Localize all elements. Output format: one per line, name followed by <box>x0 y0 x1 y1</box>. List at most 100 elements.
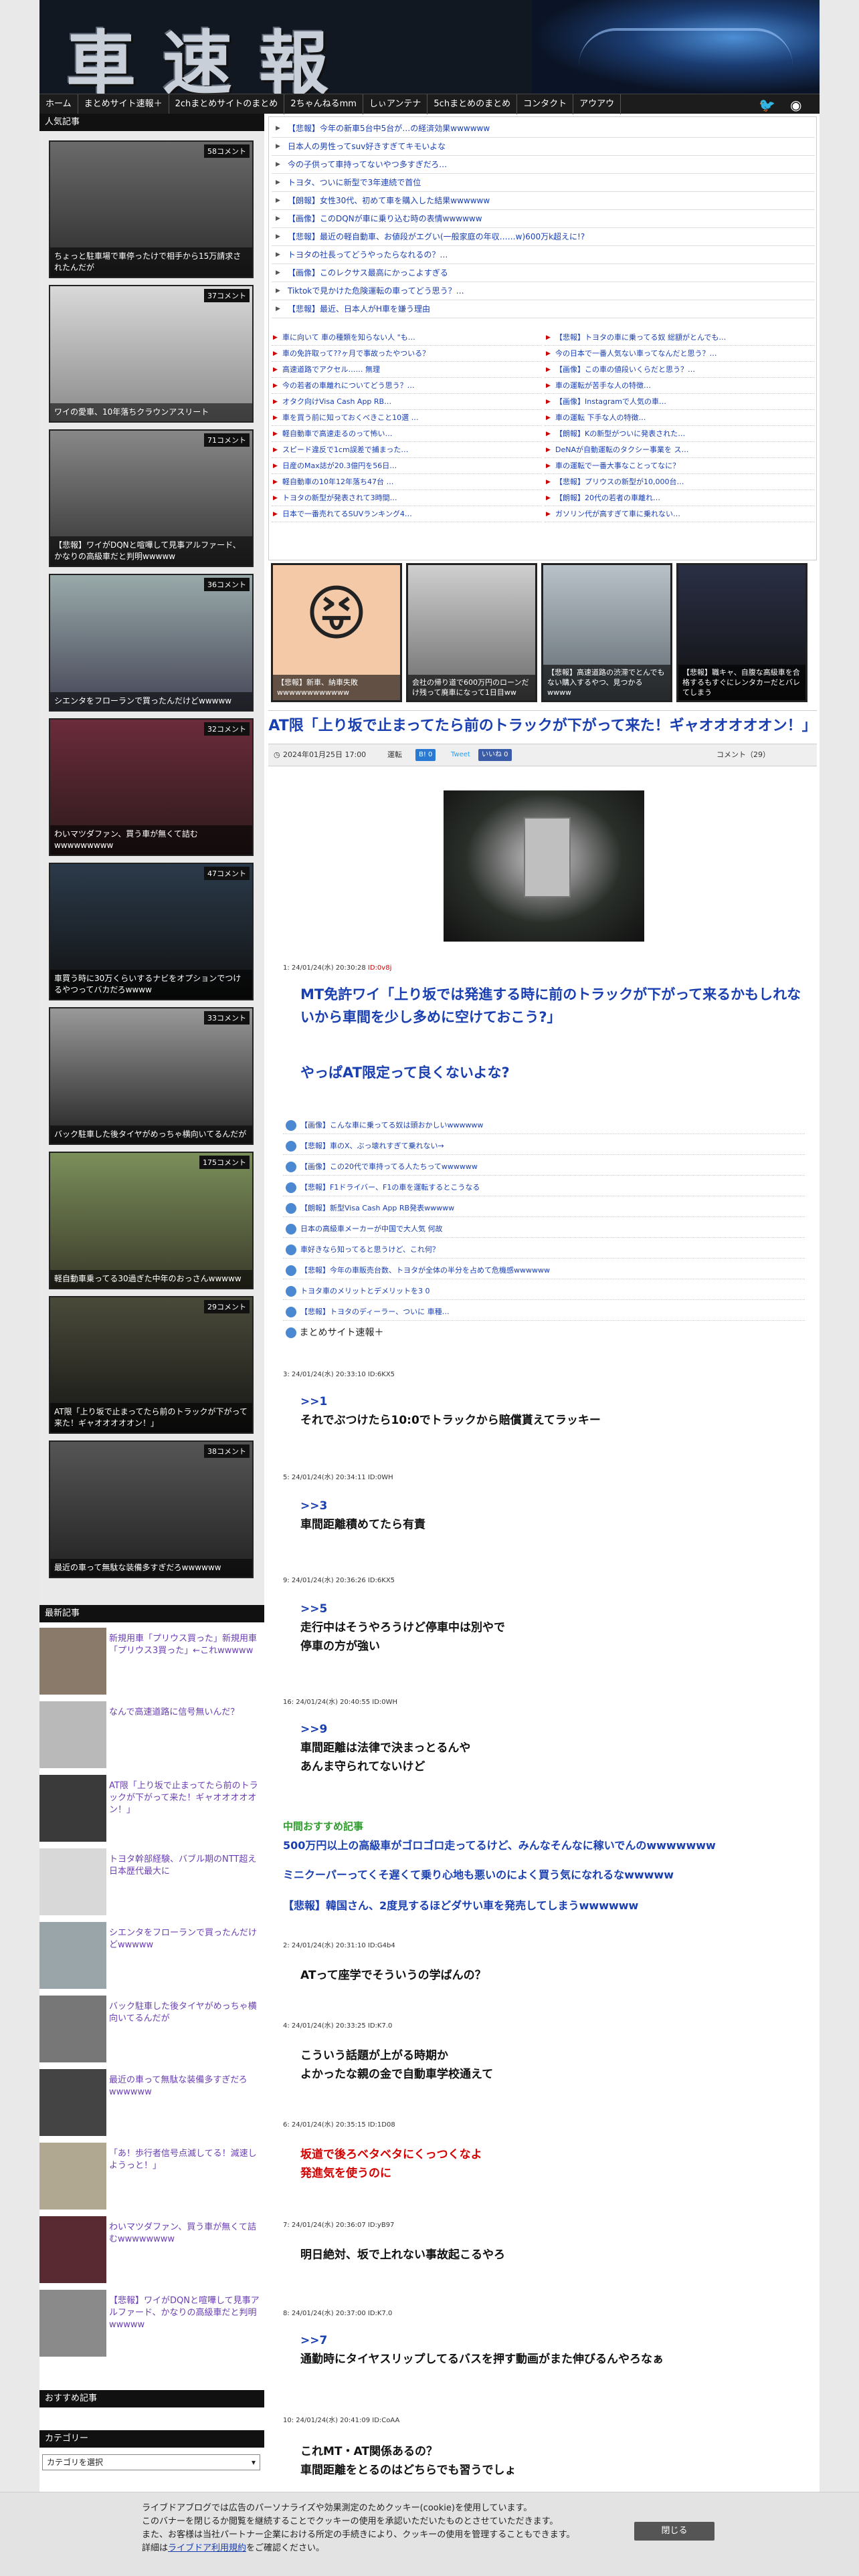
latest-link[interactable]: 【悲報】ワイがDQNと喧嘩して見事アルファード、かなりの高級車だと判明wwwww <box>109 2295 262 2331</box>
latest-link[interactable]: シエンタをフローランで買ったんだけどwwwww <box>109 1927 262 1951</box>
list-link[interactable]: 車を買う前に知っておくべきこと10選 … <box>272 410 542 426</box>
ranking-item[interactable]: 33コメント バック駐車した後タイヤがめっちゃ横向いてるんだが <box>49 1007 254 1145</box>
ad-link[interactable]: 【画像】この20代で車持ってる人たちってwwwwww <box>283 1158 805 1176</box>
latest-item[interactable]: シエンタをフローランで買ったんだけどwwwww <box>39 1922 264 1992</box>
latest-item[interactable]: 【悲報】ワイがDQNと喧嘩して見事アルファード、かなりの高級車だと判明wwwww <box>39 2290 264 2359</box>
ad-link[interactable]: 【画像】こんな車に乗ってる奴は頭おかしいwwwwww <box>283 1117 805 1134</box>
ad-link[interactable]: 【悲報】トヨタのディーラー、ついに 車種… <box>283 1303 805 1321</box>
matome-label[interactable]: まとめサイト速報＋ <box>286 1325 383 1339</box>
article-comment-link[interactable]: コメント（29） <box>717 745 770 765</box>
nav-5ch-matome[interactable]: 5chまとめのまとめ <box>427 94 518 114</box>
latest-link[interactable]: 最近の車って無駄な装備多すぎだろwwwwww <box>109 2074 262 2099</box>
rss-icon[interactable]: ◉ <box>790 97 801 113</box>
recommend-link[interactable]: 【悲報】韓国さん、2度見するほどダサい車を発売してしまうwwwwww <box>283 1897 638 1913</box>
list-link[interactable]: 【朗報】女性30代、初めて車を購入した結果wwwwww <box>272 192 815 210</box>
list-link[interactable]: 【朗報】Kの新型がついに発表された… <box>545 426 815 442</box>
ranking-item[interactable]: 38コメント 最近の車って無駄な装備多すぎだろwwwwww <box>49 1440 254 1578</box>
featured-item[interactable]: 【悲報】高速道路の渋滞でとんでもない購入するやつ、見つかるwwww <box>541 563 672 702</box>
cookie-close-button[interactable]: 閉じる <box>634 2522 714 2541</box>
article-category[interactable]: 運転 <box>387 745 402 765</box>
list-link[interactable]: 【悲報】最近の軽自動車、お値段がエグい(一般家庭の年収……w)600万k超えに!… <box>272 228 815 246</box>
latest-link[interactable]: わいマツダファン、買う車が無くて詰むwwwwwwww <box>109 2222 262 2246</box>
list-link[interactable]: 【朗報】20代の若者の車離れ… <box>545 490 815 506</box>
latest-item[interactable]: トヨタ幹部経験、バブル期のNTT超え日本歴代最大に <box>39 1848 264 1918</box>
twitter-icon[interactable]: 🐦 <box>759 97 775 113</box>
list-link[interactable]: 今の若者の車離れについてどう思う？… <box>272 378 542 394</box>
latest-item[interactable]: なんで高速道路に信号無いんだ？ <box>39 1701 264 1771</box>
list-link[interactable]: 車の運転で一番大事なことってなに？ <box>545 458 815 474</box>
post-anchor[interactable]: >>5 <box>300 1600 327 1618</box>
nav-2channel-mm[interactable]: 2ちゃんねるmm <box>284 94 363 114</box>
list-link[interactable]: トヨタの社長ってどうやったらなれるの？… <box>272 246 815 264</box>
nav-shii-antenna[interactable]: しぃアンテナ <box>363 94 428 114</box>
list-link[interactable]: 【画像】このDQNが車に乗り込む時の表情wwwwww <box>272 210 815 228</box>
site-logo[interactable]: 車速報 <box>66 7 355 94</box>
ranking-item[interactable]: 175コメント 軽自動車乗ってる30過ぎた中年のおっさんwwwww <box>49 1152 254 1289</box>
featured-item[interactable]: 【悲報】職キャ、自腹な高級車を合格するもすぐにレンタカーだとバレてしまう <box>676 563 807 702</box>
ranking-item[interactable]: 37コメント ワイの愛車、10年落ちクラウンアスリート <box>49 285 254 423</box>
post-anchor[interactable]: >>1 <box>300 1392 327 1411</box>
ad-link[interactable]: 【悲報】今年の車販売台数、トヨタが全体の半分を占めて危機感wwwwww <box>283 1262 805 1279</box>
latest-item[interactable]: 最近の車って無駄な装備多すぎだろwwwwww <box>39 2069 264 2139</box>
nav-auau[interactable]: アウアウ <box>573 94 622 114</box>
ranking-item[interactable]: 29コメント AT限「上り坂で止まってたら前のトラックが下がって来た！ギャオオオ… <box>49 1296 254 1434</box>
ad-link[interactable]: 車好きなら知ってると思うけど、これ何？ <box>283 1241 805 1259</box>
facebook-like-button[interactable]: いいね 0 <box>478 749 512 761</box>
category-select[interactable]: カテゴリを選択 ▾ <box>42 2454 260 2470</box>
list-link[interactable]: 今の日本で一番人気ない車ってなんだと思う？… <box>545 346 815 362</box>
list-link[interactable]: 【画像】Instagramで人気の車… <box>545 394 815 410</box>
list-link[interactable]: 【悲報】今年の新車5台中5台が…の経済効果wwwwww <box>272 120 815 138</box>
latest-link[interactable]: トヨタ幹部経験、バブル期のNTT超え日本歴代最大に <box>109 1854 262 1878</box>
post-anchor[interactable]: >>9 <box>300 1720 327 1739</box>
latest-link[interactable]: バック駐車した後タイヤがめっちゃ横向いてるんだが <box>109 2001 262 2025</box>
list-link[interactable]: スピード違反で1cm誤差で捕まった… <box>272 442 542 458</box>
nav-home[interactable]: ホーム <box>39 94 78 114</box>
list-link[interactable]: 今の子供って車持ってないやつ多すぎだろ… <box>272 156 815 174</box>
list-link[interactable]: Tiktokで見かけた危険運転の車ってどう思う？… <box>272 282 815 300</box>
ranking-item[interactable]: 47コメント 車買う時に30万くらいするナビをオプションでつけるやつってバカだろ… <box>49 863 254 1000</box>
latest-link[interactable]: 新規用車「プリウス買った」新規用車「プリウス3買った」←これwwwww <box>109 1633 262 1657</box>
featured-item[interactable]: 会社の帰り道で600万円のローンだけ残って廃車になって1日目ww <box>406 563 537 702</box>
ranking-item[interactable]: 71コメント 【悲報】ワイがDQNと喧嘩して見事アルファード、かなりの高級車だと… <box>49 429 254 567</box>
latest-item[interactable]: AT限「上り坂で止まってたら前のトラックが下がって来た！ギャオオオオオン！」 <box>39 1775 264 1844</box>
list-link[interactable]: 軽自動車で高速走るのって怖い… <box>272 426 542 442</box>
article-title[interactable]: AT限「上り坂で止まってたら前のトラックが下がって来た！ギャオオオオオン！」 <box>268 716 817 737</box>
ad-link[interactable]: 日本の高級車メーカーが中国で大人気 何故 <box>283 1220 805 1238</box>
list-link[interactable]: 日産のMax誌が20.3億円を56日… <box>272 458 542 474</box>
nav-contact[interactable]: コンタクト <box>517 94 574 114</box>
list-link[interactable]: 【悲報】トヨタの車に乗ってる奴 総額がとんでも… <box>545 330 815 346</box>
list-link[interactable]: 高速道路でアクセル…… 無理 <box>272 362 542 378</box>
list-link[interactable]: 車の運転が苦手な人の特徴… <box>545 378 815 394</box>
ad-link[interactable]: 【朗報】新型Visa Cash App RB発表wwwww <box>283 1200 805 1217</box>
list-link[interactable]: 車の運転 下手な人の特徴… <box>545 410 815 426</box>
post-anchor[interactable]: >>7 <box>300 2331 327 2350</box>
post-anchor[interactable]: >>3 <box>300 1497 327 1515</box>
list-link[interactable]: オタク向けVisa Cash App RB… <box>272 394 542 410</box>
featured-item[interactable]: 😝 【悲報】新車、納車失敗wwwwwwwwwwww <box>271 563 402 702</box>
latest-item[interactable]: 新規用車「プリウス買った」新規用車「プリウス3買った」←これwwwww <box>39 1628 264 1697</box>
tweet-button[interactable]: Tweet <box>448 749 474 761</box>
ad-link[interactable]: 【悲報】車のX、ぶっ壊れすぎて乗れない→ <box>283 1138 805 1155</box>
list-link[interactable]: トヨタの新型が発表されて3時間… <box>272 490 542 506</box>
list-link[interactable]: 軽自動車の10年12年落ち47台 … <box>272 474 542 490</box>
recommend-link[interactable]: ミニクーパーってくそ遅くて乗り心地も悪いのによく買う気になれるなwwwww <box>283 1866 674 1882</box>
ranking-item[interactable]: 36コメント シエンタをフローランで買ったんだけどwwwww <box>49 574 254 712</box>
list-link[interactable]: DeNAが自動運転のタクシー事業を ス… <box>545 442 815 458</box>
list-link[interactable]: 【悲報】プリウスの新型が10,000台… <box>545 474 815 490</box>
nav-matome-sokuhou[interactable]: まとめサイト速報＋ <box>78 94 169 114</box>
list-link[interactable]: 【画像】この車の値段いくらだと思う？… <box>545 362 815 378</box>
hatena-bookmark-button[interactable]: B! 0 <box>415 749 436 761</box>
latest-link[interactable]: 「あ！歩行者信号点滅してる！減速しようっと！」 <box>109 2148 262 2172</box>
latest-link[interactable]: なんで高速道路に信号無いんだ？ <box>109 1707 262 1719</box>
list-link[interactable]: 【悲報】最近、日本人がH車を嫌う理由 <box>272 300 815 318</box>
list-link[interactable]: 車の免許取って??ヶ月で事故ったやついる？ <box>272 346 542 362</box>
latest-item[interactable]: バック駐車した後タイヤがめっちゃ横向いてるんだが <box>39 1996 264 2065</box>
ad-link[interactable]: 【悲報】F1ドライバー、F1の車を運転するとこうなる <box>283 1179 805 1196</box>
list-link[interactable]: 日本人の男性ってsuv好きすぎてキモいよな <box>272 138 815 156</box>
list-link[interactable]: 日本で一番売れてるSUVランキング4… <box>272 506 542 522</box>
nav-2ch-matome[interactable]: 2chまとめサイトのまとめ <box>169 94 285 114</box>
terms-link[interactable]: ライブドア利用規約 <box>168 2543 246 2553</box>
ad-link[interactable]: トヨタ車のメリットとデメリットを3 0 <box>283 1283 805 1300</box>
latest-link[interactable]: AT限「上り坂で止まってたら前のトラックが下がって来た！ギャオオオオオン！」 <box>109 1780 262 1816</box>
latest-item[interactable]: わいマツダファン、買う車が無くて詰むwwwwwwww <box>39 2216 264 2286</box>
